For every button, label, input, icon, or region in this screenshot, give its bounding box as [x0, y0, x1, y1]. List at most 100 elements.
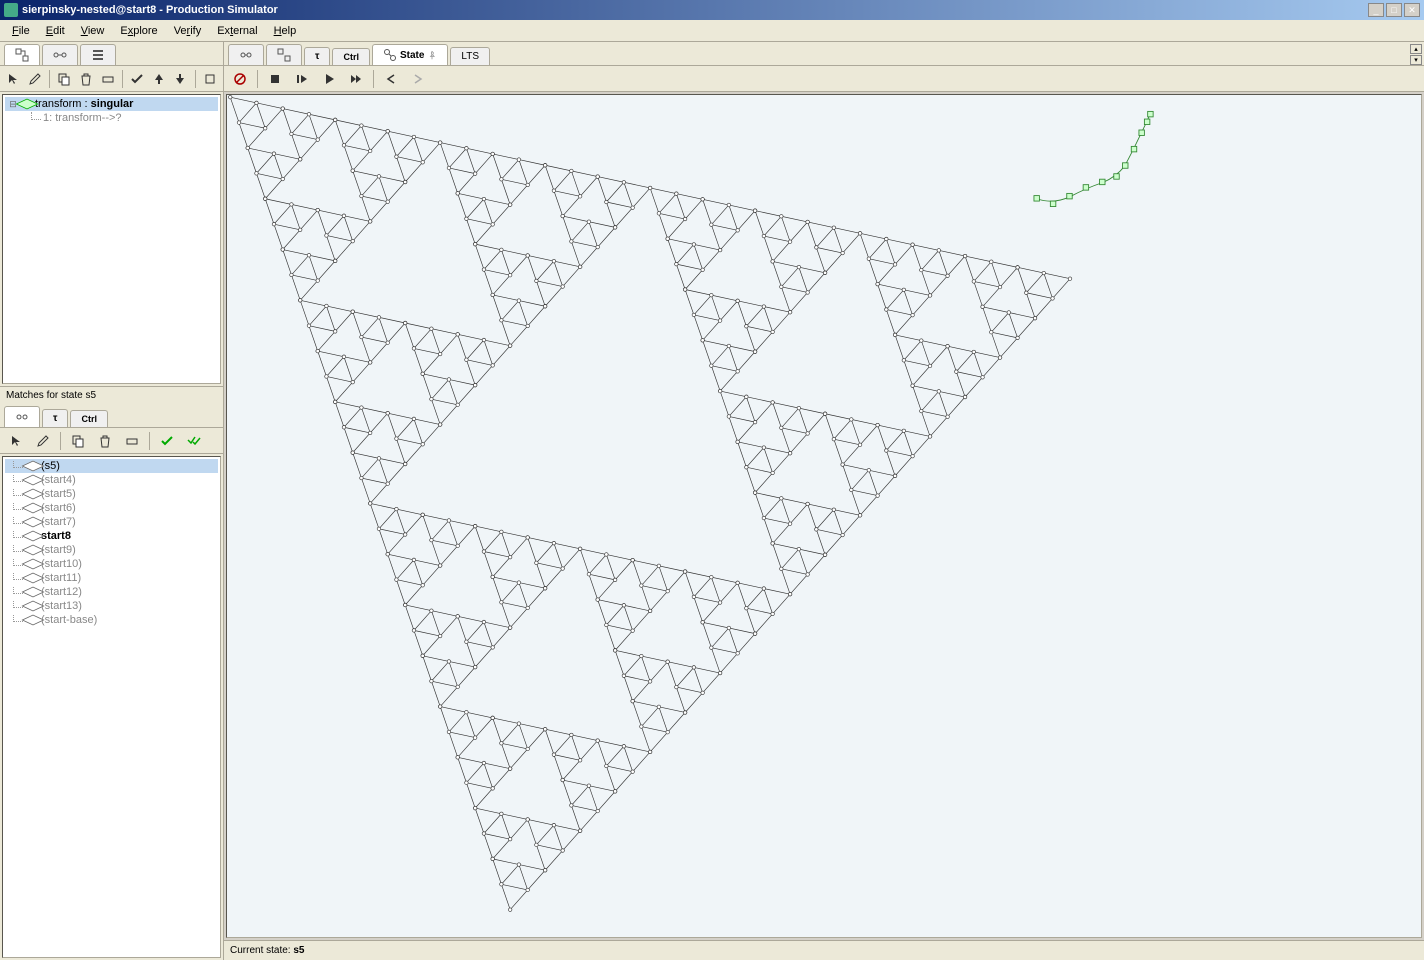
tab-state-label: State: [400, 50, 424, 61]
up-tool[interactable]: [149, 69, 168, 89]
state-item-label: (start5): [41, 488, 76, 500]
tree-root-item[interactable]: ⊟ transform : singular: [5, 97, 218, 111]
maximize-button[interactable]: □: [1386, 3, 1402, 17]
right-tab-3[interactable]: τ: [304, 47, 330, 65]
state-item-label: (start-base): [41, 614, 97, 626]
state-item[interactable]: (start9): [5, 543, 218, 557]
state-item[interactable]: (start6): [5, 501, 218, 515]
left-top-tabs: [0, 42, 223, 66]
state-item[interactable]: start8: [5, 529, 218, 543]
edit-tool[interactable]: [26, 69, 45, 89]
states-tree[interactable]: (s5)(start4)(start5) (start6) (start7) star…: [2, 456, 221, 958]
menu-view[interactable]: View: [73, 23, 113, 39]
right-tabs: τ Ctrl State LTS ▴ ▾: [224, 42, 1424, 66]
state-item-label: (start12): [41, 586, 82, 598]
state-item-label: start8: [41, 530, 71, 542]
delete-tool[interactable]: [77, 69, 96, 89]
play-icon: [322, 72, 336, 86]
sierpinski-graph: [227, 95, 1421, 937]
ctrl-icon: Ctrl: [81, 414, 97, 424]
right-tab-1[interactable]: [228, 44, 264, 65]
state-item[interactable]: (start13): [5, 599, 218, 613]
state-item[interactable]: (start5): [5, 487, 218, 501]
forbid-tool[interactable]: [228, 69, 252, 89]
state-item[interactable]: (start4): [5, 473, 218, 487]
menu-help[interactable]: Help: [266, 23, 305, 39]
right-tab-4[interactable]: Ctrl: [332, 48, 370, 65]
state-node-icon: [25, 586, 39, 598]
down-tool[interactable]: [171, 69, 190, 89]
transform-icon: [277, 48, 291, 62]
edit-tool-2[interactable]: [31, 431, 55, 451]
left-bottom-tab-3[interactable]: Ctrl: [70, 410, 108, 427]
state-item[interactable]: (start12): [5, 585, 218, 599]
rename-tool-2[interactable]: [120, 431, 144, 451]
play-tool[interactable]: [317, 69, 341, 89]
tree-child-label: 1: transform-->?: [43, 112, 122, 124]
delete-tool-2[interactable]: [93, 431, 117, 451]
rename-tool[interactable]: [98, 69, 117, 89]
expand-tool[interactable]: [200, 69, 219, 89]
copy-tool[interactable]: [55, 69, 74, 89]
graph-icon: [53, 48, 67, 62]
close-button[interactable]: ✕: [1404, 3, 1420, 17]
transform-tree[interactable]: ⊟ transform : singular 1: transform-->?: [2, 94, 221, 384]
tau-icon: τ: [53, 413, 57, 424]
left-top-tab-3[interactable]: [80, 44, 116, 65]
menu-edit[interactable]: Edit: [38, 23, 73, 39]
tree-child-item[interactable]: 1: transform-->?: [5, 111, 218, 125]
copy-icon: [57, 72, 71, 86]
fastforward-icon: [349, 72, 363, 86]
menu-external[interactable]: External: [209, 23, 265, 39]
state-item[interactable]: (start10): [5, 557, 218, 571]
select-tool-2[interactable]: [4, 431, 28, 451]
trash-icon: [98, 434, 112, 448]
status-value: s5: [293, 945, 304, 956]
tree-connector-icon: [31, 112, 41, 120]
state-item-label: (start11): [41, 572, 81, 584]
menu-explore[interactable]: Explore: [112, 23, 165, 39]
right-tab-state[interactable]: State: [372, 44, 448, 65]
left-bottom-tab-2[interactable]: τ: [42, 409, 68, 427]
tab-scroll-down[interactable]: ▾: [1410, 55, 1422, 65]
check-tool-2[interactable]: [155, 431, 179, 451]
forward-tool[interactable]: [406, 69, 430, 89]
graph-canvas[interactable]: [226, 94, 1422, 938]
state-item-label: (start10): [41, 558, 82, 570]
select-tool[interactable]: [4, 69, 23, 89]
state-item[interactable]: (start7): [5, 515, 218, 529]
expand-icon: [203, 72, 217, 86]
back-tool[interactable]: [379, 69, 403, 89]
forbid-icon: [233, 72, 247, 86]
menu-file[interactable]: File: [4, 23, 38, 39]
tab-scroll-up[interactable]: ▴: [1410, 44, 1422, 54]
step-tool[interactable]: [290, 69, 314, 89]
fastforward-tool[interactable]: [344, 69, 368, 89]
rename-icon: [101, 72, 115, 86]
check-tool[interactable]: [128, 69, 147, 89]
right-tab-2[interactable]: [266, 44, 302, 65]
left-bottom-tab-1[interactable]: [4, 406, 40, 427]
left-top-tab-1[interactable]: [4, 44, 40, 65]
cursor-icon: [9, 434, 23, 448]
minimize-button[interactable]: _: [1368, 3, 1384, 17]
stop-tool[interactable]: [263, 69, 287, 89]
state-item[interactable]: (s5): [5, 459, 218, 473]
state-node-icon: [25, 614, 39, 626]
tau-icon: τ: [315, 51, 319, 62]
state-node-icon: [25, 544, 39, 556]
state-item-label: (start6): [41, 502, 76, 514]
copy-tool-2[interactable]: [66, 431, 90, 451]
left-top-tab-2[interactable]: [42, 44, 78, 65]
right-tab-lts[interactable]: LTS: [450, 47, 490, 65]
state-item[interactable]: (start11): [5, 571, 218, 585]
state-node-icon: [25, 530, 39, 542]
state-item[interactable]: (start-base): [5, 613, 218, 627]
left-bottom-tabs: τ Ctrl: [0, 404, 223, 428]
menu-verify[interactable]: Verify: [166, 23, 210, 39]
down-arrow-icon: [173, 72, 187, 86]
back-arrow-icon: [384, 72, 398, 86]
check-all-tool[interactable]: [182, 431, 206, 451]
matches-label: Matches for state s5: [0, 386, 223, 404]
state-item-label: (start7): [41, 516, 76, 528]
